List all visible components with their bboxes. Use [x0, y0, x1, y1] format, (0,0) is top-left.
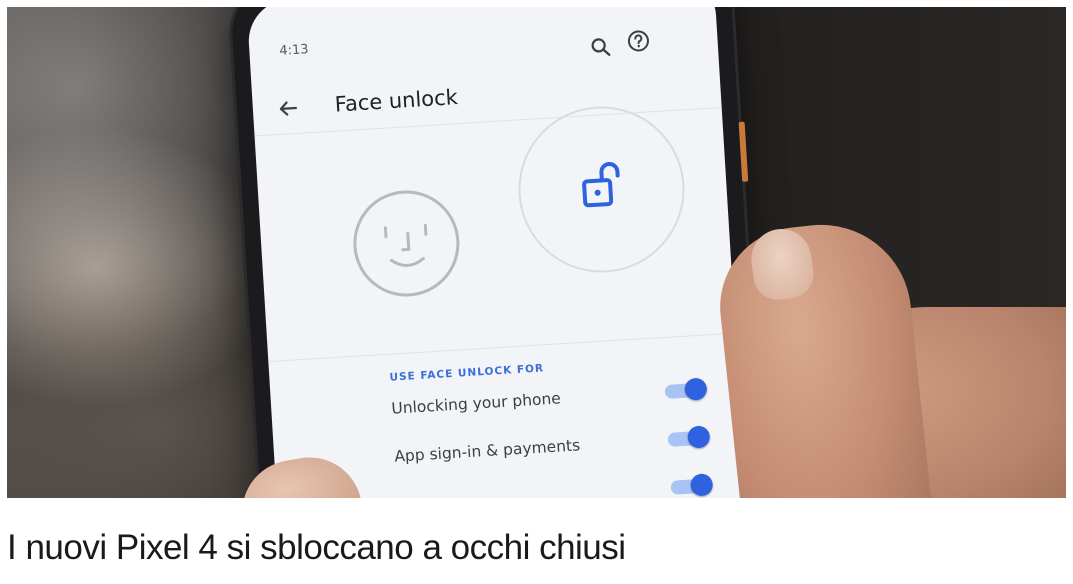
partial-toggle[interactable]	[670, 478, 710, 495]
back-arrow-icon[interactable]	[272, 93, 304, 125]
unlock-icon	[579, 159, 626, 217]
screen-title: Face unlock	[334, 85, 459, 117]
divider	[268, 332, 736, 363]
article-headline[interactable]: I nuovi Pixel 4 si sbloccano a occhi chi…	[7, 528, 626, 568]
setting-app-signin[interactable]: App sign-in & payments	[393, 423, 707, 472]
phone-side-button	[738, 121, 749, 182]
status-bar-time: 4:13	[278, 42, 310, 59]
unlock-status-circle	[513, 101, 690, 278]
search-icon[interactable]	[585, 31, 617, 63]
article-hero-photo[interactable]: 4:13 Face unlock USE FACE UNLOCK FOR Unl…	[7, 7, 1066, 498]
face-icon	[350, 187, 463, 300]
help-icon[interactable]	[623, 25, 655, 57]
setting-label: App sign-in & payments	[393, 436, 581, 466]
setting-label: Unlocking your phone	[390, 389, 562, 418]
unlock-phone-toggle[interactable]	[664, 382, 704, 399]
phone: 4:13 Face unlock USE FACE UNLOCK FOR Unl…	[229, 7, 767, 498]
phone-screen: 4:13 Face unlock USE FACE UNLOCK FOR Unl…	[246, 7, 750, 498]
section-header: USE FACE UNLOCK FOR	[389, 362, 545, 384]
setting-row-partial[interactable]	[396, 471, 710, 498]
app-signin-toggle[interactable]	[667, 430, 707, 447]
setting-unlock-phone[interactable]: Unlocking your phone	[391, 375, 704, 424]
hand-thumb	[712, 215, 936, 498]
